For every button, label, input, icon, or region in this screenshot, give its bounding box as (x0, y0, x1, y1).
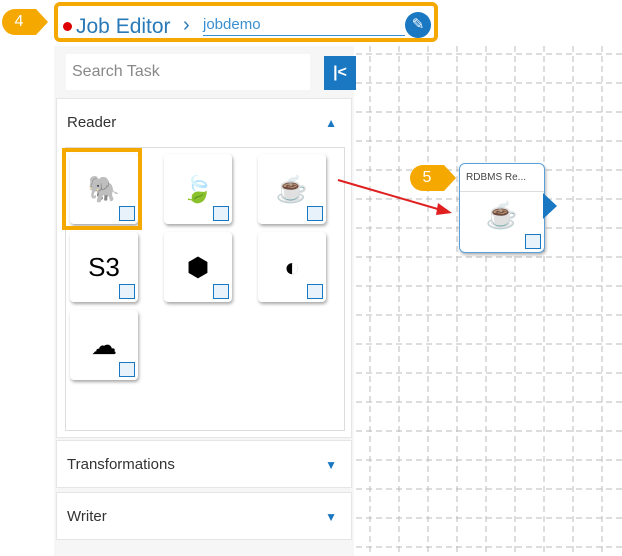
drag-arrow (337, 179, 452, 215)
rdbms-reader-node[interactable]: RDBMS Re... ☕ (459, 163, 545, 253)
component-badge-icon (525, 234, 541, 249)
output-port[interactable] (543, 193, 557, 219)
node-title: RDBMS Re... (460, 164, 544, 192)
java-icon: ☕ (485, 200, 519, 230)
callout-5: 5 (410, 165, 456, 191)
